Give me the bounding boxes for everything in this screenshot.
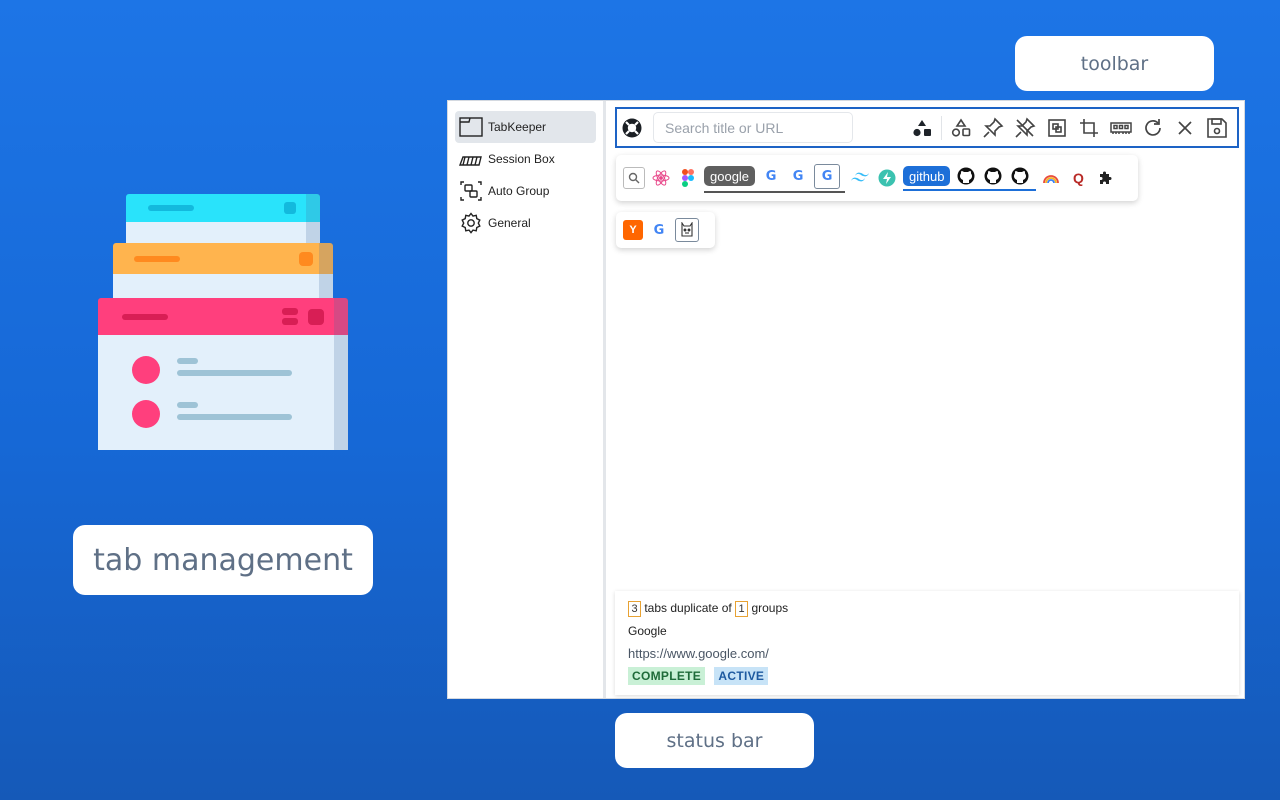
sidebar-item-label: General: [488, 216, 531, 230]
github-tab-subgroup: github: [903, 165, 1037, 191]
tab-group: google G G G github Q: [616, 155, 1138, 201]
tab-favicon[interactable]: [677, 167, 699, 189]
crop-button[interactable]: [1073, 112, 1105, 144]
window-icon: [459, 117, 483, 137]
close-icon: [1178, 120, 1192, 135]
chip-label: google: [710, 168, 750, 184]
sidebar-item-tabkeeper[interactable]: TabKeeper: [455, 111, 596, 143]
tab-favicon[interactable]: [623, 167, 645, 189]
status-bar: 3 tabs duplicate of 1 groups Google http…: [615, 591, 1239, 695]
toolbar-divider: [941, 115, 942, 140]
google-tab-subgroup: google G G G: [704, 163, 846, 193]
tab-title: Google: [628, 624, 667, 638]
rainbow-favicon-icon: [1043, 175, 1060, 184]
sidebar-item-label: TabKeeper: [488, 120, 547, 134]
groups-text: groups: [751, 601, 789, 615]
chip-label: github: [909, 168, 945, 184]
session-box-icon: [459, 156, 482, 166]
memory-icon: [1110, 121, 1132, 134]
github-favicon-icon: [1011, 167, 1029, 185]
refresh-icon: [1145, 118, 1161, 136]
shapes-filled-button[interactable]: [906, 112, 938, 144]
tab-favicon[interactable]: [982, 165, 1004, 187]
group-chip-google[interactable]: google: [704, 166, 756, 186]
tab-count-badge: 3: [628, 601, 641, 617]
shapes-filled-icon: [913, 119, 931, 136]
unpin-button[interactable]: [1009, 112, 1041, 144]
pin-icon: [983, 117, 1004, 138]
group-icon: [1048, 118, 1066, 137]
tab-url: https://www.google.com/: [628, 646, 769, 661]
tailwind-favicon-icon: [851, 172, 870, 182]
tab-favicon[interactable]: [1094, 167, 1116, 189]
sidebar-item-auto-group[interactable]: Auto Group: [455, 175, 596, 207]
tab-favicon[interactable]: [675, 218, 699, 242]
ycombinator-favicon-icon[interactable]: Y: [623, 220, 643, 240]
save-icon: [1207, 117, 1227, 138]
search-favicon-icon: [628, 172, 640, 184]
toolbar: [615, 107, 1239, 148]
sidebar: TabKeeper Session Box Auto Group General: [448, 101, 606, 698]
tab-favicon[interactable]: [955, 165, 977, 187]
app-window: TabKeeper Session Box Auto Group General: [447, 100, 1245, 699]
group-chip-github[interactable]: github: [903, 166, 951, 186]
tab-group: Y G: [616, 212, 715, 248]
google-favicon-icon[interactable]: G: [760, 165, 782, 187]
pin-button[interactable]: [977, 112, 1009, 144]
unpin-icon: [1015, 117, 1036, 138]
tab-favicon[interactable]: [1040, 167, 1062, 189]
status-bar-callout: status bar: [615, 713, 814, 768]
shapes-outline-icon: [951, 118, 971, 137]
tab-favicon[interactable]: [849, 167, 871, 189]
crop-icon: [1080, 118, 1098, 137]
status-badge-active: ACTIVE: [714, 667, 769, 685]
cat-favicon-icon: [681, 222, 693, 237]
toolbar-callout: toolbar: [1015, 36, 1214, 91]
quora-favicon-icon[interactable]: Q: [1067, 167, 1089, 189]
group-count-badge: 1: [735, 601, 749, 617]
tabs-text: tabs duplicate of: [644, 601, 732, 615]
tab-favicon[interactable]: [650, 167, 672, 189]
google-favicon-icon[interactable]: G: [648, 219, 670, 241]
bolt-favicon-icon: [878, 169, 896, 187]
shapes-outline-button[interactable]: [945, 112, 977, 144]
google-favicon-icon[interactable]: G: [787, 165, 809, 187]
github-favicon-icon: [957, 167, 975, 185]
tab-favicon[interactable]: [1009, 165, 1031, 187]
figma-favicon-icon: [682, 169, 694, 187]
react-favicon-icon: [652, 170, 670, 186]
sidebar-item-general[interactable]: General: [455, 207, 596, 239]
search-input[interactable]: [653, 112, 853, 143]
close-button[interactable]: [1169, 112, 1201, 144]
memory-button[interactable]: [1105, 112, 1137, 144]
auto-group-icon: [460, 181, 482, 201]
puzzle-extension-icon: [1100, 171, 1112, 184]
refresh-button[interactable]: [1137, 112, 1169, 144]
google-favicon-icon[interactable]: G: [814, 163, 841, 189]
stacked-windows-illustration: [98, 194, 348, 450]
sidebar-item-label: Session Box: [488, 152, 555, 166]
github-favicon-icon: [984, 167, 1002, 185]
group-button[interactable]: [1041, 112, 1073, 144]
tab-favicon[interactable]: [876, 167, 898, 189]
lifebuoy-icon[interactable]: [621, 117, 643, 139]
sidebar-item-session-box[interactable]: Session Box: [455, 143, 596, 175]
status-badge-complete: COMPLETE: [628, 667, 706, 685]
duplicate-summary: 3 tabs duplicate of 1 groups: [628, 601, 1226, 617]
sidebar-item-label: Auto Group: [488, 184, 550, 198]
save-button[interactable]: [1201, 112, 1233, 144]
tab-management-callout: tab management: [73, 525, 373, 595]
gear-icon: [461, 212, 481, 234]
